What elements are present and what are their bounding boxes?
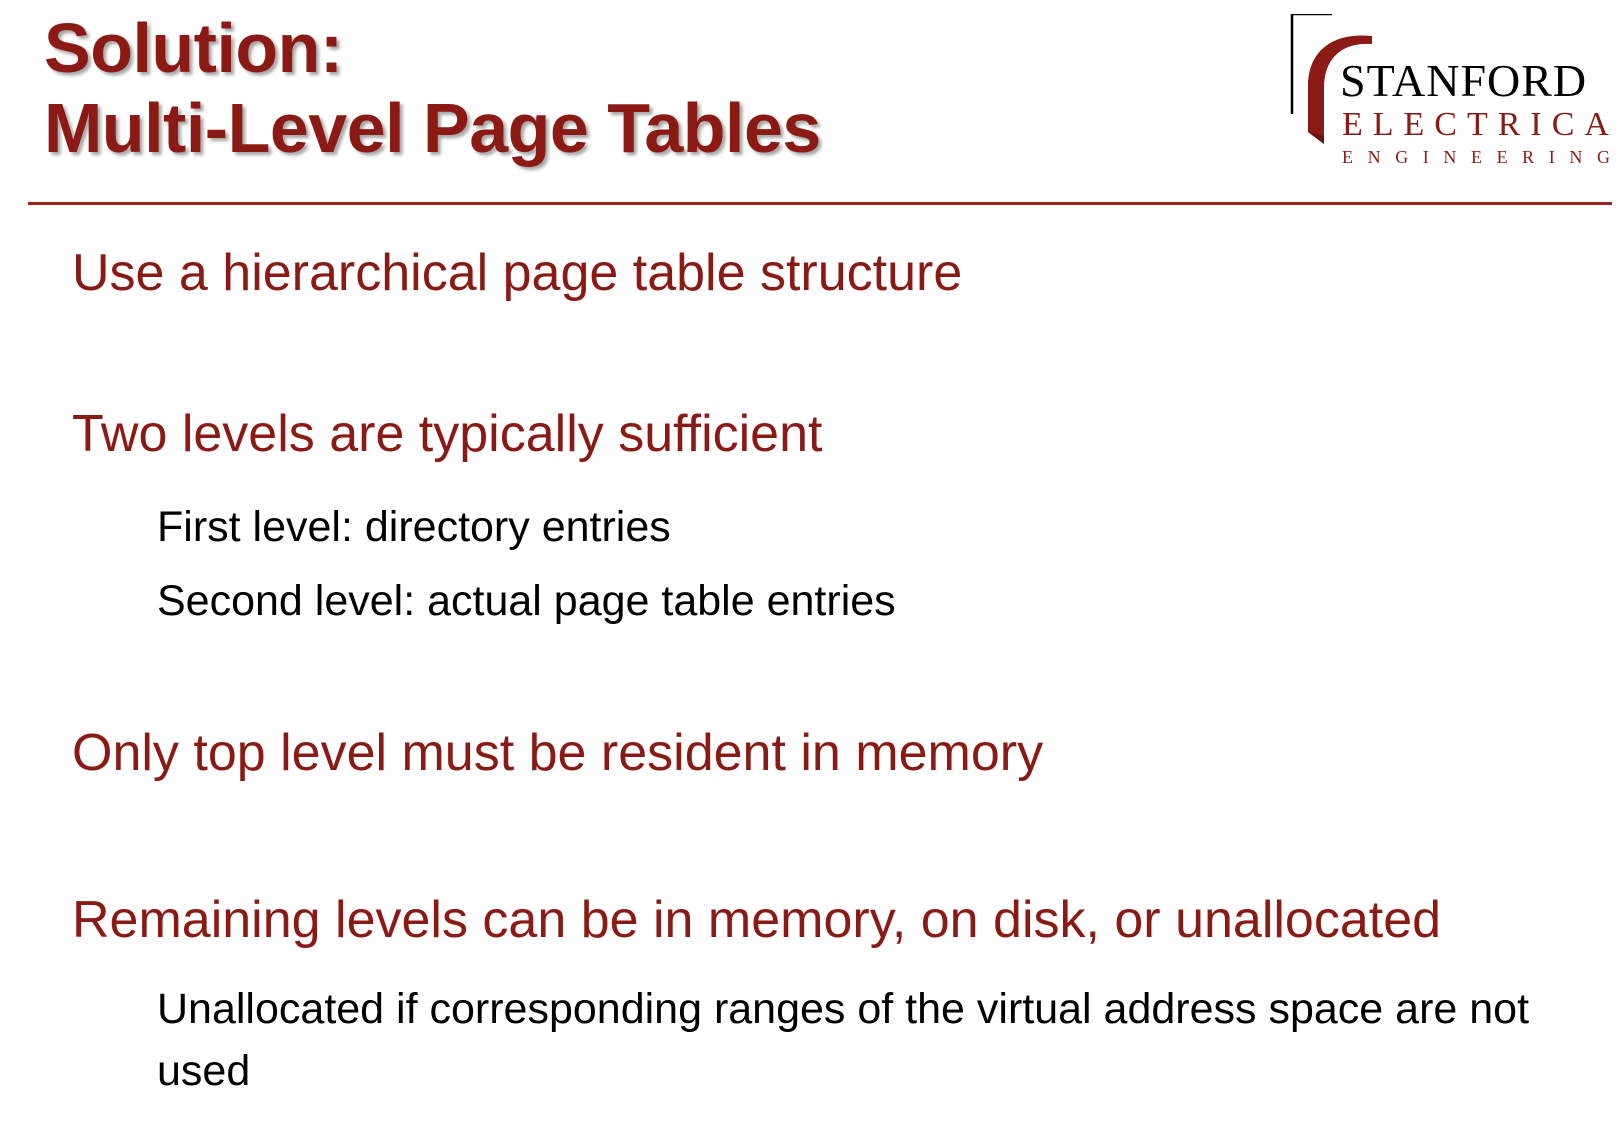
slide-title-line-1: Solution:	[44, 9, 343, 87]
slide-title-line-2: Multi-Level Page Tables	[44, 89, 821, 167]
stanford-ee-logo: STANFORD ELECTRICAL ENGINEERING	[1290, 14, 1618, 174]
bullet-item: Two levels are typically sufficient	[72, 405, 823, 463]
sub-bullet-item: Unallocated if corresponding ranges of t…	[157, 985, 1530, 1095]
bullet-item: Only top level must be resident in memor…	[72, 724, 1044, 782]
logo-text-stanford: STANFORD	[1340, 55, 1588, 106]
sub-bullet-item: Second level: actual page table entries	[157, 577, 896, 625]
title-divider	[28, 202, 1612, 205]
bullet-item: Remaining levels can be in memory, on di…	[72, 891, 1442, 949]
slide-title: Solution: Multi-Level Page Tables	[44, 8, 821, 168]
bullet-item: Use a hierarchical page table structure	[72, 244, 963, 302]
logo-text-electrical: ELECTRICAL	[1342, 106, 1618, 143]
logo-text-engineering: ENGINEERING	[1342, 147, 1618, 167]
sub-bullet-item: First level: directory entries	[157, 503, 671, 551]
